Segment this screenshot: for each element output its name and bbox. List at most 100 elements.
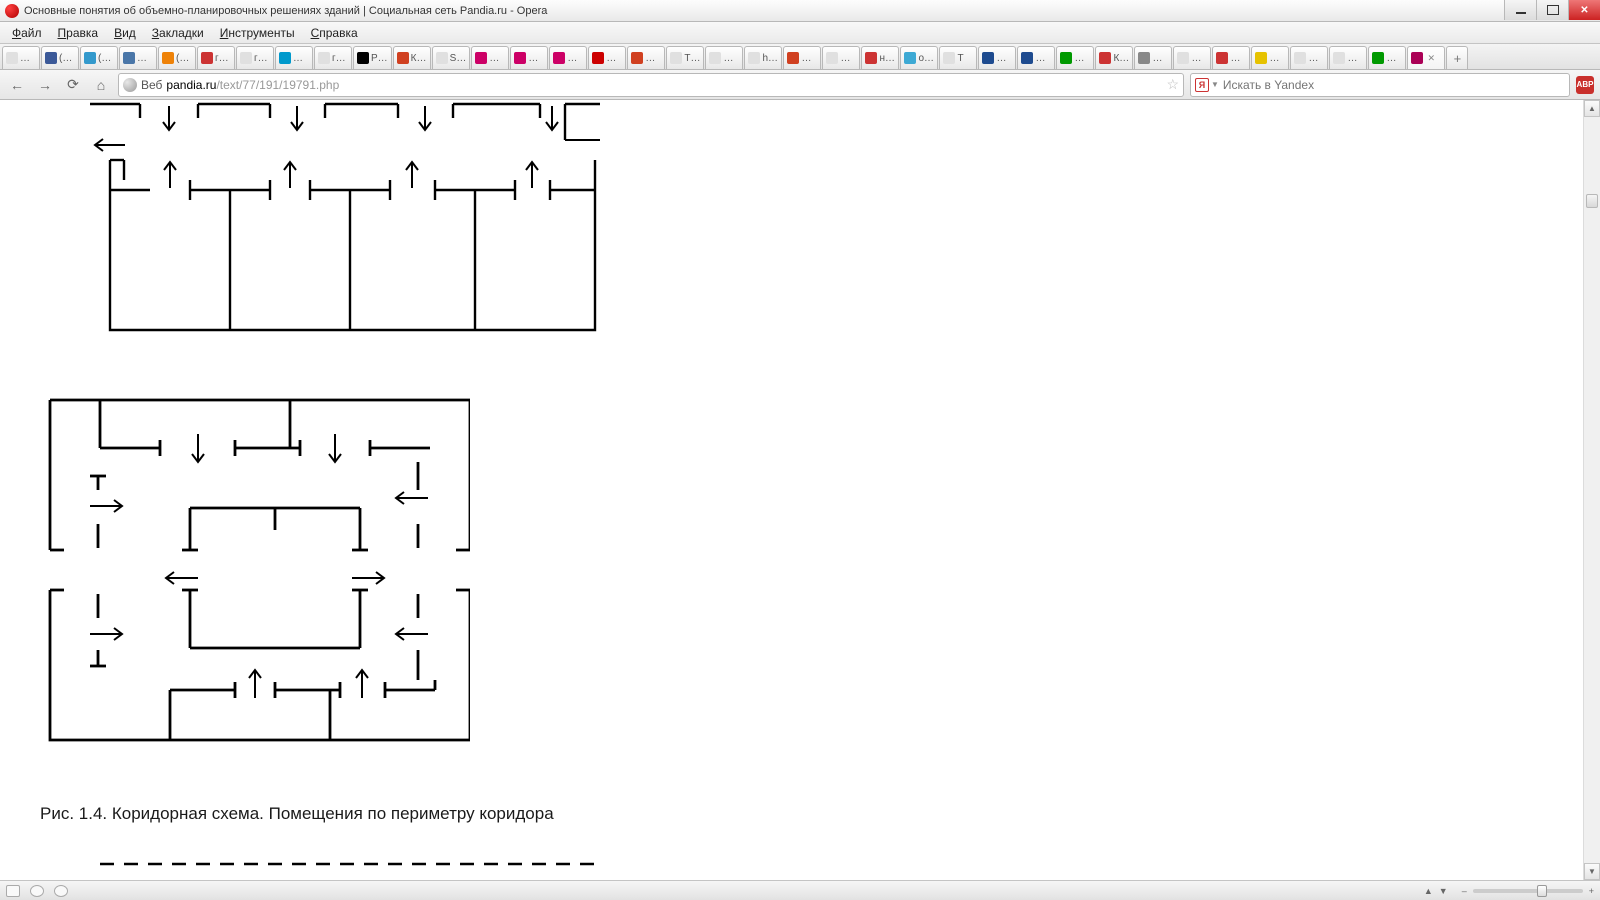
browser-tab[interactable]: … (705, 46, 743, 69)
nav-home-button[interactable]: ⌂ (90, 74, 112, 96)
nav-reload-button[interactable]: ⟳ (62, 74, 84, 96)
zoom-slider-track[interactable] (1473, 889, 1583, 893)
close-window-button[interactable] (1568, 0, 1600, 20)
navbar: ← → ⟳ ⌂ Веб pandia.ru/text/77/191/19791.… (0, 70, 1600, 100)
tab-favicon (201, 52, 213, 64)
tab-favicon (357, 52, 369, 64)
browser-tab[interactable]: … (2, 46, 40, 69)
browser-tab[interactable]: … (822, 46, 860, 69)
browser-tab[interactable]: … (275, 46, 313, 69)
browser-tab[interactable]: … (978, 46, 1016, 69)
search-input[interactable] (1223, 78, 1565, 92)
tab-favicon (1411, 52, 1423, 64)
tab-favicon (1138, 52, 1150, 64)
menubar: Файл Правка Вид Закладки Инструменты Спр… (0, 22, 1600, 44)
window-title: Основные понятия об объемно-планировочны… (24, 5, 1504, 17)
browser-tab[interactable]: … (510, 46, 548, 69)
browser-tab[interactable]: … (1251, 46, 1289, 69)
nav-back-button[interactable]: ← (6, 74, 28, 96)
browser-tab[interactable]: … (1290, 46, 1328, 69)
zoom-control[interactable]: ▲ ▼ – + (1424, 886, 1594, 896)
adblock-icon[interactable]: ABP (1576, 76, 1594, 94)
tab-label: S… (450, 53, 467, 64)
tab-close-icon[interactable]: ✕ (1427, 53, 1435, 64)
tab-label: г… (254, 53, 268, 64)
minimize-button[interactable] (1504, 0, 1536, 20)
menu-view[interactable]: Вид (106, 24, 144, 42)
zoom-out-icon[interactable]: – (1462, 886, 1467, 896)
tab-label: … (567, 53, 577, 64)
browser-tab[interactable]: T… (666, 46, 704, 69)
scroll-down-button[interactable]: ▼ (1584, 863, 1600, 880)
tab-label: г… (215, 53, 229, 64)
tab-favicon (84, 52, 96, 64)
nav-forward-button[interactable]: → (34, 74, 56, 96)
tab-label: … (293, 53, 303, 64)
browser-tab[interactable]: … (1212, 46, 1250, 69)
tab-favicon (475, 52, 487, 64)
tab-label: … (1230, 53, 1240, 64)
tab-label: … (1035, 53, 1045, 64)
browser-tab[interactable]: T (939, 46, 977, 69)
browser-tab[interactable]: … (1056, 46, 1094, 69)
browser-tab[interactable]: ✕ (1407, 46, 1445, 69)
browser-tab[interactable]: (… (80, 46, 118, 69)
browser-tab[interactable]: … (627, 46, 665, 69)
browser-tab[interactable]: … (119, 46, 157, 69)
browser-tab[interactable]: P… (353, 46, 392, 69)
statusbar-turbo-icon[interactable] (54, 885, 68, 897)
zoom-slider-knob[interactable] (1537, 885, 1547, 897)
browser-tab[interactable]: г… (197, 46, 235, 69)
tab-favicon (709, 52, 721, 64)
menu-edit[interactable]: Правка (50, 24, 107, 42)
browser-tab[interactable]: … (1329, 46, 1367, 69)
tab-label: … (1386, 53, 1396, 64)
browser-tab[interactable]: К… (1095, 46, 1133, 69)
browser-tab[interactable]: o… (900, 46, 938, 69)
tab-favicon (1099, 52, 1111, 64)
browser-tab[interactable]: … (1017, 46, 1055, 69)
scroll-thumb[interactable] (1586, 194, 1598, 208)
browser-tab[interactable]: … (471, 46, 509, 69)
browser-tab[interactable]: (… (158, 46, 196, 69)
search-bar[interactable]: Я ▼ (1190, 73, 1570, 97)
tab-label: г… (332, 53, 346, 64)
menu-bookmarks[interactable]: Закладки (144, 24, 212, 42)
scroll-up-button[interactable]: ▲ (1584, 100, 1600, 117)
search-engine-dropdown-icon[interactable]: ▼ (1211, 80, 1219, 89)
browser-tab[interactable]: … (1134, 46, 1172, 69)
browser-tab[interactable]: … (588, 46, 626, 69)
browser-tab[interactable]: … (1173, 46, 1211, 69)
tab-favicon (670, 52, 682, 64)
tab-label: К… (411, 53, 427, 64)
zoom-fit-down-icon[interactable]: ▼ (1439, 886, 1448, 896)
browser-tab[interactable]: н… (861, 46, 899, 69)
tab-label: … (801, 53, 811, 64)
bookmark-star-icon[interactable]: ☆ (1166, 76, 1179, 93)
tab-favicon (1255, 52, 1267, 64)
browser-tab[interactable]: … (783, 46, 821, 69)
statusbar-panel-icon[interactable] (6, 885, 20, 897)
menu-file[interactable]: Файл (4, 24, 50, 42)
maximize-button[interactable] (1536, 0, 1568, 20)
menu-help[interactable]: Справка (303, 24, 366, 42)
browser-tab[interactable]: г… (236, 46, 274, 69)
new-tab-button[interactable] (1446, 46, 1468, 69)
zoom-in-icon[interactable]: + (1589, 886, 1594, 896)
vertical-scrollbar[interactable]: ▲ ▼ (1583, 100, 1600, 880)
tab-favicon (279, 52, 291, 64)
browser-tab[interactable]: (… (41, 46, 79, 69)
zoom-fit-up-icon[interactable]: ▲ (1424, 886, 1433, 896)
tab-favicon (123, 52, 135, 64)
statusbar-sync-icon[interactable] (30, 885, 44, 897)
tab-label: (… (59, 53, 72, 64)
browser-tab[interactable]: … (549, 46, 587, 69)
browser-tab[interactable]: S… (432, 46, 471, 69)
browser-tab[interactable]: h… (744, 46, 782, 69)
menu-tools[interactable]: Инструменты (212, 24, 303, 42)
browser-tab[interactable]: К… (393, 46, 431, 69)
tab-favicon (318, 52, 330, 64)
browser-tab[interactable]: … (1368, 46, 1406, 69)
address-bar[interactable]: Веб pandia.ru/text/77/191/19791.php ☆ (118, 73, 1184, 97)
browser-tab[interactable]: г… (314, 46, 352, 69)
